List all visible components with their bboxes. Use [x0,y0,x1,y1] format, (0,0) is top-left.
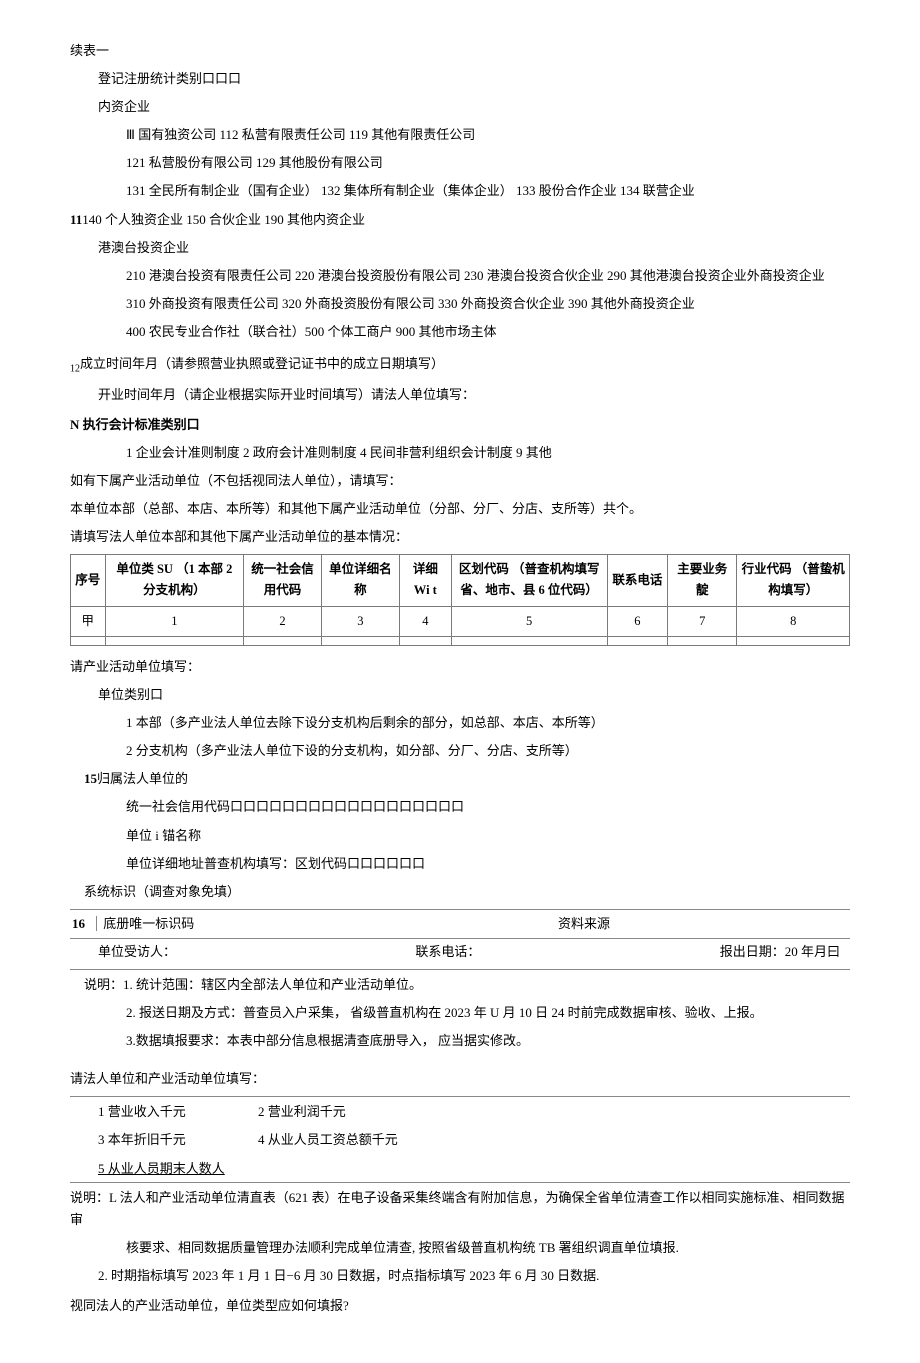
note2-line1a: 说明：L 法人和产业活动单位清直表（621 表）在电子设备采集终端含有附加信息，… [70,1187,850,1231]
detail-addr-line: 单位详细地址普查机构填写：区划代码口口口口口口 [70,853,850,875]
employees-label: 5 从业人员期末人数人 [70,1158,850,1180]
unit-type-2: 2 分支机构（多产业法人单位下设的分支机构，如分部、分厂、分店、支所等） [70,740,850,762]
th-0: 序号 [71,555,106,607]
establish-text-1: 成立时间年月（请参照营业执照或登记证书中的成立日期填写） [80,356,444,371]
belong-legal-line: 15归属法人单位的 [70,768,850,790]
td: 5 [451,606,607,636]
establish-line-1: 12成立时间年月（请参照营业执照或登记证书中的成立日期填写） [70,353,850,378]
note2-line2: 2. 时期指标填写 2023 年 1 月 1 日−6 月 30 日数据，时点指标… [70,1265,850,1287]
wages-label: 4 从业人员工资总额千元 [258,1129,398,1151]
reg-category-label: 登记注册统计类别口口口 [70,68,850,90]
system-id-row: 16 底册唯一标识码 资料来源 [70,909,850,939]
td: 3 [321,606,399,636]
subunits-line-1: 如有下属产业活动单位（不包括视同法人单位），请填写： [70,470,850,492]
fin-row-2: 3 本年折旧千元 4 从业人员工资总额千元 [70,1129,850,1151]
domestic-label: 内资企业 [70,96,850,118]
hmt-label: 港澳台投资企业 [70,237,850,259]
report-date-label: 报出日期：20 年月曰 [720,941,840,963]
depreciation-label: 3 本年折旧千元 [98,1129,258,1151]
revenue-label: 1 营业收入千元 [98,1101,258,1123]
td [451,636,607,645]
td [399,636,451,645]
th-2: 统一社会信用代码 [244,555,322,607]
note1-line2: 2. 报送日期及方式：普查员入户采集， 省级普直机构在 2023 年 U 月 1… [70,1002,850,1024]
fin-row-1: 1 营业收入千元 2 营业利润千元 [70,1101,850,1123]
th-6: 联系电话 [607,555,668,607]
item-number-16: 16 [70,916,93,931]
subunits-line-2: 本单位本部（总部、本店、本所等）和其他下属产业活动单位（分部、分厂、分店、支所等… [70,498,850,520]
th-3: 单位详细名称 [321,555,399,607]
unit-name-line: 单位 i 锚名称 [70,825,850,847]
activity-heading: 请产业活动单位填写： [70,656,850,678]
th-1: 单位类 SU （1 本部 2 分支机构） [105,555,243,607]
domestic-line-4-prefix: 11 [70,212,82,227]
subunits-table: 序号 单位类 SU （1 本部 2 分支机构） 统一社会信用代码 单位详细名称 … [70,554,850,646]
note1-line3: 3.数据填报要求：本表中部分信息根据清查底册导入， 应当据实修改。 [70,1030,850,1052]
footer-contact-row: 单位受访人： 联系电话： 报出日期：20 年月曰 [70,939,850,963]
legal-activity-heading: 请法人单位和产业活动单位填写： [70,1068,850,1090]
usc-code-line: 统一社会信用代码口口口口口口口口口口口口口口口口口口 [70,796,850,818]
question-text: 视同法人的产业活动单位，单位类型应如何填报? [70,1295,850,1317]
system-id-label: 系统标识（调查对象免填） [70,881,850,903]
item-number-15: 15 [70,771,97,786]
td: 7 [668,606,737,636]
source-label: 资料来源 [558,913,850,935]
domestic-line-4: 11140 个人独资企业 150 合伙企业 190 其他内资企业 [70,209,850,231]
unit-type-label: 单位类别口 [70,684,850,706]
receiver-label: 单位受访人： [98,941,176,963]
table-header-row: 序号 单位类 SU （1 本部 2 分支机构） 统一社会信用代码 单位详细名称 … [71,555,850,607]
th-8: 行业代码 （普蛰机构填写） [737,555,850,607]
profit-label: 2 营业利润千元 [258,1101,346,1123]
td: 6 [607,606,668,636]
accounting-label-text: 执行会计标准类别口 [83,417,200,432]
domestic-line-2: 121 私营股份有限公司 129 其他股份有限公司 [70,152,850,174]
table-row [71,636,850,645]
item-number-12: 12 [70,364,80,375]
divider [70,1096,850,1097]
phone-label: 联系电话： [415,941,480,963]
td: 8 [737,606,850,636]
accounting-prefix: N [70,417,83,432]
th-5: 区划代码 （普查机构填写省、地市、县 6 位代码） [451,555,607,607]
td: 2 [244,606,322,636]
subunits-line-3: 请填写法人单位本部和其他下属产业活动单位的基本情况： [70,526,850,548]
td [105,636,243,645]
note1-line1: 说明：1. 统计范围：辖区内全部法人单位和产业活动单位。 [70,974,850,996]
unit-type-1: 1 本部（多产业法人单位去除下设分支机构后剩余的部分，如总部、本店、本所等） [70,712,850,734]
domestic-line-3: 131 全民所有制企业（国有企业） 132 集体所有制企业（集体企业） 133 … [70,180,850,202]
foreign-line-1: 310 外商投资有限责任公司 320 外商投资股份有限公司 330 外商投资合伙… [70,293,850,315]
accounting-options: 1 企业会计准则制度 2 政府会计准则制度 4 民间非营利组织会计制度 9 其他 [70,442,850,464]
divider [70,1182,850,1183]
td: 1 [105,606,243,636]
record-id-label: 底册唯一标识码 [96,916,194,931]
domestic-line-1: Ⅲ 国有独资公司 112 私营有限责任公司 119 其他有限责任公司 [70,124,850,146]
td [668,636,737,645]
belong-legal-text: 归属法人单位的 [97,771,188,786]
th-7: 主要业务靛 [668,555,737,607]
domestic-line-4-text: 140 个人独资企业 150 合伙企业 190 其他内资企业 [82,212,365,227]
td [737,636,850,645]
other-market-line: 400 农民专业合作社（联合社）500 个体工商户 900 其他市场主体 [70,321,850,343]
td: 甲 [71,606,106,636]
td [244,636,322,645]
accounting-label: N 执行会计标准类别口 [70,414,850,436]
note2-line1b: 核要求、相同数据质量管理办法顺利完成单位清查, 按照省级普直机构统 TB 署组织… [70,1237,850,1259]
establish-line-2: 开业时间年月（请企业根据实际开业时间填写）请法人单位填写： [70,384,850,406]
td [607,636,668,645]
divider [70,969,850,970]
section-title: 续表一 [70,40,850,62]
td [71,636,106,645]
th-4: 详细 Wi t [399,555,451,607]
table-row: 甲 1 2 3 4 5 6 7 8 [71,606,850,636]
td [321,636,399,645]
td: 4 [399,606,451,636]
hmt-line-1: 210 港澳台投资有限责任公司 220 港澳台投资股份有限公司 230 港澳台投… [70,265,850,287]
